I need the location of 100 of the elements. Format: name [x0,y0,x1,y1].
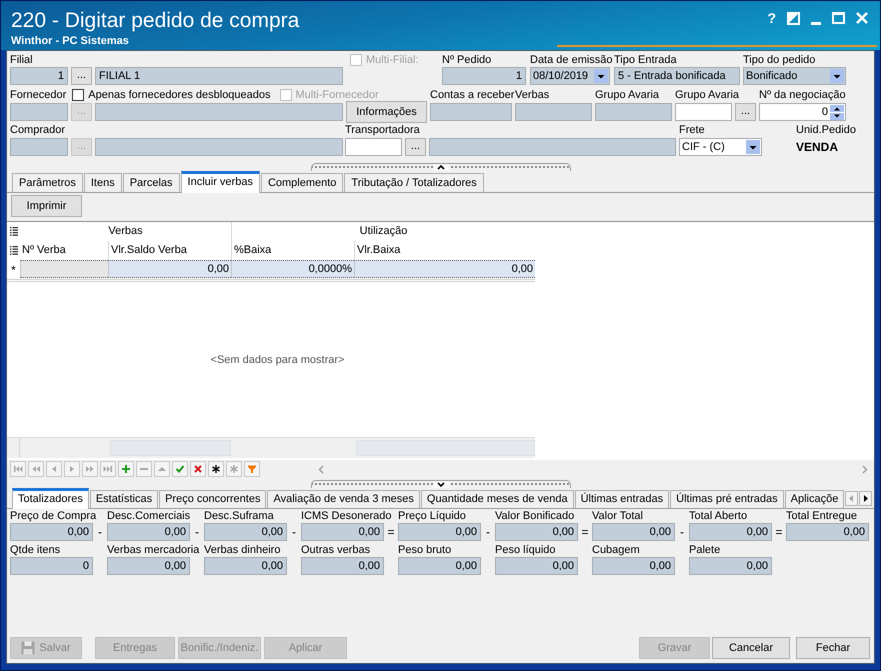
total-field[interactable]: 0,00 [689,557,772,575]
lookup-button[interactable]: ... [71,67,92,85]
info-button[interactable]: Informações [346,101,427,123]
total-field[interactable]: 0,00 [495,523,578,541]
tab[interactable]: Preço concorrentes [159,490,266,508]
maximize-icon[interactable] [832,12,845,24]
close-button[interactable]: Fechar [796,637,870,659]
print-button[interactable]: Imprimir [11,195,82,217]
navigator-button[interactable] [208,461,224,477]
total-field[interactable]: 0 [10,557,93,575]
check-icon[interactable] [175,464,185,474]
checkbox[interactable] [72,89,84,101]
field-label: ICMS Desonerado [301,510,392,523]
total-field[interactable]: 0,00 [10,523,93,541]
tab[interactable]: Parâmetros [12,173,83,192]
tab[interactable]: Aplicaçõe [784,490,844,508]
total-field[interactable]: 0,00 [301,523,384,541]
freight-dropdown[interactable]: CIF - (C) [679,138,762,156]
tab[interactable]: Tributação / Totalizadores [344,173,484,192]
total-field[interactable]: 0,00 [495,557,578,575]
column-header[interactable]: Nº Verba [20,241,108,260]
carrier-code-field[interactable] [345,138,402,156]
list-icon[interactable] [10,227,18,236]
buyer-name-field[interactable] [95,138,343,156]
operator-sign: - [679,524,685,541]
plus-icon[interactable] [121,464,131,474]
tab[interactable]: Complemento [260,173,344,192]
row-indicator: * [10,262,17,278]
supplier-name-field[interactable] [95,103,343,121]
total-field[interactable]: 0,00 [398,557,481,575]
field-label: Nº da negociação [759,89,846,101]
splitter-handle[interactable] [310,480,570,488]
table-cell[interactable] [20,260,108,278]
total-field[interactable]: 0,00 [204,523,287,541]
total-field[interactable]: 0,00 [592,523,675,541]
chevron-down-icon[interactable] [432,481,448,488]
branch-name-field[interactable]: FILIAL 1 [95,67,343,85]
total-field[interactable]: 0,00 [301,557,384,575]
tab[interactable]: Estatísticas [90,490,158,508]
buyer-code-field[interactable] [10,138,68,156]
field-label: Valor Total [592,510,643,523]
restore-icon[interactable] [787,12,800,24]
total-field[interactable]: 0,00 [689,523,772,541]
field-label: Preço Líquido [398,510,466,523]
checkbox-label: Multi-Filial: [366,53,419,67]
operator-sign: - [97,524,103,541]
order-type-dropdown[interactable]: Bonificado [743,67,846,85]
damage-group-field[interactable] [595,103,672,121]
operator-sign: - [291,524,297,541]
branch-code-field[interactable]: 1 [10,67,68,85]
tab[interactable]: Últimas pré entradas [670,490,784,508]
chevron-right-icon[interactable] [862,464,868,474]
field-label: Transportadora [345,123,420,137]
tab[interactable]: Parcelas [122,173,180,192]
filter-icon[interactable] [247,464,257,474]
tab[interactable]: Incluir verbas [180,171,260,193]
field-label: Fornecedor [10,89,66,101]
triangle-right-icon[interactable] [859,490,872,506]
tab[interactable]: Avaliação de venda 3 meses [267,490,420,508]
receivables-field[interactable] [430,103,512,121]
issue-date-dropdown[interactable]: 08/10/2019 [530,67,610,85]
total-field[interactable]: 0,00 [107,523,190,541]
tab[interactable]: Itens [84,173,122,192]
table-cell[interactable]: 0,00 [354,260,535,278]
splitter-handle[interactable] [310,163,570,171]
list-icon[interactable] [10,246,18,255]
asterisk-icon[interactable] [211,464,221,474]
total-field[interactable]: 0,00 [398,523,481,541]
spin-down-icon[interactable] [830,112,844,120]
spin-up-icon[interactable] [830,104,844,112]
carrier-name-field[interactable] [429,138,676,156]
field-label: Desc.Comerciais [107,510,190,523]
allowances-field[interactable] [515,103,592,121]
total-field[interactable]: 0,00 [786,523,869,541]
supplier-code-field[interactable] [10,103,68,121]
tab[interactable]: Últimas entradas [574,490,670,508]
field-label: Tipo Entrada [614,53,677,67]
tab[interactable]: Quantidade meses de venda [420,490,574,508]
table-cell[interactable]: 0,00 [108,260,231,278]
entry-type-field[interactable]: 5 - Entrada bonificada [614,67,740,85]
field-label: Contas a receber [430,89,514,101]
tab[interactable]: Totalizadores [12,488,89,509]
lookup-button[interactable]: ... [735,103,756,121]
field-label: Total Aberto [689,510,748,523]
chevron-left-icon[interactable] [318,464,324,474]
cancel-button[interactable]: Cancelar [712,637,790,659]
help-button[interactable]: ? [767,10,776,26]
total-field[interactable]: 0,00 [107,557,190,575]
field-label: Desc.Suframa [204,510,274,523]
negotiation-number-spinner[interactable]: 0 [759,103,846,121]
total-field[interactable]: 0,00 [204,557,287,575]
chevron-up-icon[interactable] [432,164,448,171]
column-band-header: Utilização [231,222,535,241]
table-cell[interactable]: 0,0000% [231,260,354,278]
close-icon[interactable] [856,12,868,24]
total-field[interactable]: 0,00 [592,557,675,575]
order-number-field[interactable]: 1 [442,67,526,85]
cross-icon[interactable] [193,464,203,474]
lookup-button[interactable]: ... [405,138,426,156]
damage-group-code-field[interactable] [675,103,732,121]
